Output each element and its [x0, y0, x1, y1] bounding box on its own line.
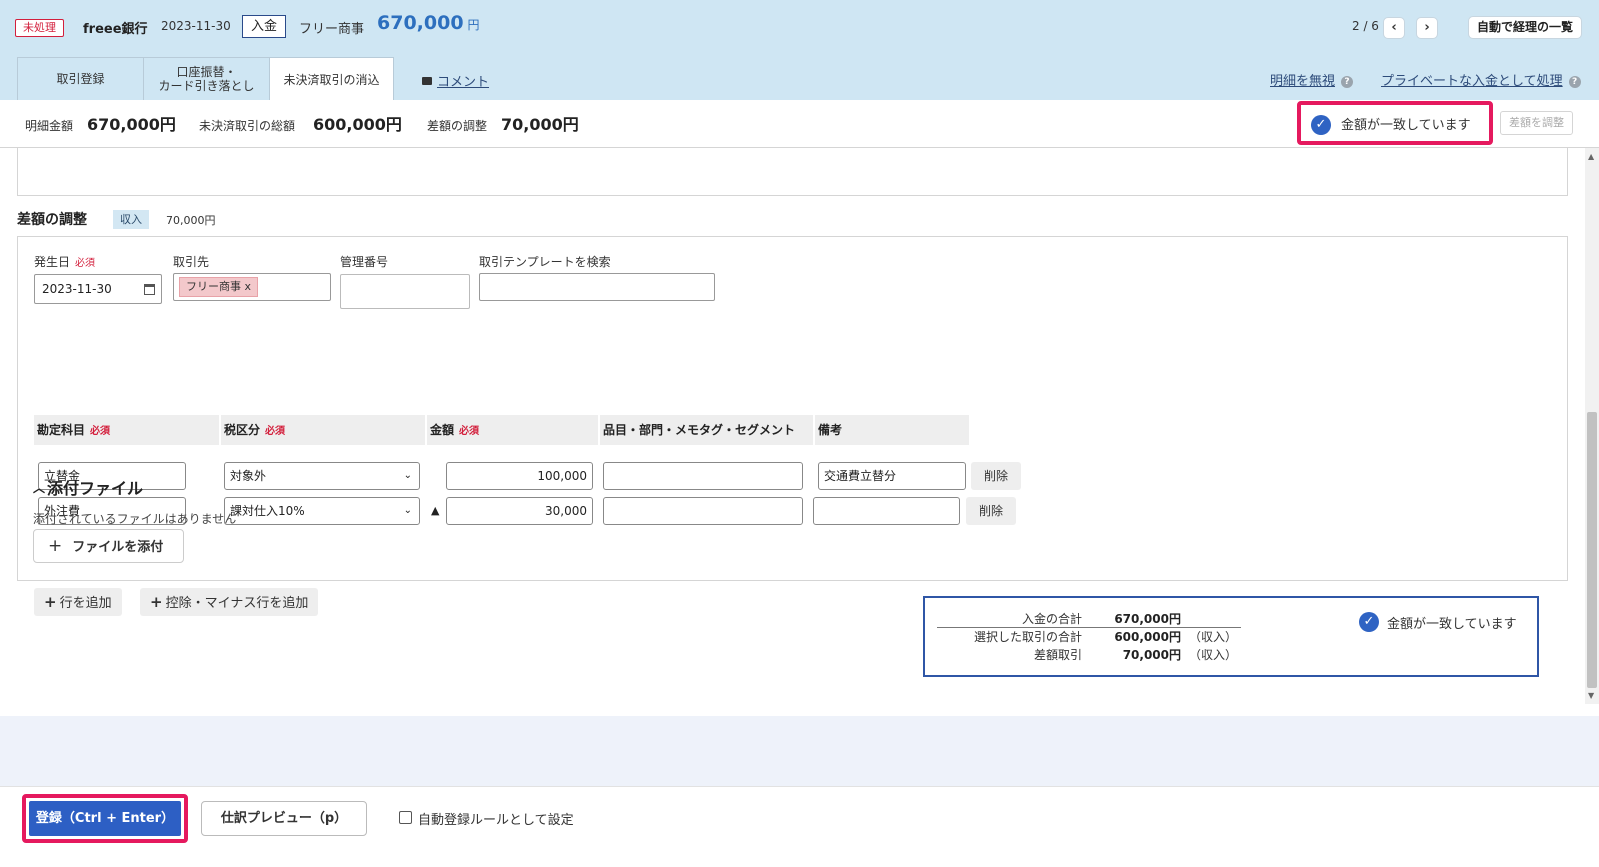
detail-amount-label: 明細金額	[25, 119, 74, 133]
column-note: 備考	[815, 415, 969, 445]
amount-input[interactable]: 100,000	[446, 462, 593, 490]
minus-triangle-icon[interactable]: ▲	[431, 504, 439, 517]
adjustment-form: 発生日 必須 2023-11-30 取引先 フリー商事 x 管理番号 取引テンプレ…	[17, 236, 1568, 616]
calendar-icon[interactable]	[144, 284, 155, 295]
item-tag-input[interactable]	[603, 497, 803, 525]
income-badge: 収入	[113, 210, 149, 229]
template-search-label: 取引テンプレートを検索	[479, 255, 611, 269]
total-note: （収入）	[1189, 630, 1238, 644]
tax-select[interactable]: 対象外 ⌄	[224, 462, 420, 490]
section-title: 差額の調整	[17, 212, 87, 228]
note-input[interactable]: 交通費立替分	[818, 462, 966, 490]
amount-match-indicator: ✓ 金額が一致しています	[1297, 101, 1493, 145]
no-files-text: 添付されているファイルはありません	[33, 512, 237, 526]
transaction-header: 未処理 freee銀行 2023-11-30 入金 フリー商事 670,000 円…	[0, 0, 1599, 101]
chevron-up-icon: ︿	[33, 481, 46, 495]
auto-rule-label[interactable]: 自動登録ルールとして設定	[418, 809, 574, 828]
management-number-label: 管理番号	[340, 255, 389, 269]
section-amount: 70,000円	[166, 214, 216, 227]
totals-summary-box: 入金の合計 670,000円 選択した取引の合計 600,000円 （収入） 差…	[923, 596, 1539, 677]
chevron-left-icon[interactable]: ‹	[1383, 17, 1405, 39]
column-item: 品目・部門・メモタグ・セグメント	[600, 415, 813, 445]
chevron-down-icon: ⌄	[403, 505, 412, 516]
difference-value: 70,000円	[501, 115, 579, 134]
amount-input[interactable]: 30,000	[446, 497, 593, 525]
unsettled-total-label: 未決済取引の総額	[199, 119, 296, 133]
column-amount: 金額 必須	[427, 415, 598, 445]
scrollbar-thumb[interactable]	[1587, 412, 1597, 688]
item-tag-input[interactable]	[603, 462, 803, 490]
difference-label: 差額の調整	[427, 119, 488, 133]
tab-transfer[interactable]: 口座振替・ カード引き落とし	[143, 57, 270, 100]
plus-icon: +	[48, 536, 63, 556]
private-income-link[interactable]: プライベートな入金として処理?	[1381, 70, 1581, 89]
tab-unsettled-clearing[interactable]: 未決済取引の消込	[269, 57, 394, 101]
auto-accounting-list-button[interactable]: 自動で経理の一覧	[1468, 16, 1583, 39]
partner-label: 取引先	[173, 255, 210, 269]
ignore-detail-link[interactable]: 明細を無視?	[1270, 70, 1354, 89]
tax-select[interactable]: 課対仕入10% ⌄	[224, 497, 420, 525]
chevron-down-icon: ⌄	[403, 470, 412, 481]
note-input[interactable]	[813, 497, 960, 525]
total-label: 入金の合計	[1021, 612, 1082, 626]
journal-preview-button[interactable]: 仕訳プレビュー（p）	[201, 801, 367, 836]
page-background	[0, 716, 1599, 786]
attachments-title[interactable]: ︿ 添付ファイル	[33, 475, 143, 499]
transaction-date: 2023-11-30	[161, 19, 231, 33]
auto-rule-checkbox[interactable]	[399, 811, 412, 824]
date-field[interactable]: 2023-11-30	[34, 274, 162, 304]
direction-badge: 入金	[242, 15, 287, 38]
register-button[interactable]: 登録（Ctrl + Enter）	[29, 801, 181, 836]
total-value: 70,000円	[1122, 648, 1181, 662]
check-circle-icon: ✓	[1311, 115, 1331, 135]
help-icon[interactable]: ?	[1341, 76, 1354, 88]
previous-section-panel	[17, 148, 1568, 196]
delete-row-button[interactable]: 削除	[966, 497, 1016, 525]
total-note: （収入）	[1189, 648, 1238, 662]
date-label: 発生日 必須	[34, 255, 96, 269]
unsettled-total-value: 600,000円	[313, 115, 402, 134]
bank-name: freee銀行	[83, 22, 148, 37]
chevron-right-icon[interactable]: ›	[1416, 17, 1438, 39]
partner-name: フリー商事	[299, 22, 365, 37]
scroll-down-icon[interactable]: ▼	[1588, 691, 1594, 700]
transaction-amount: 670,000 円	[377, 12, 480, 34]
comment-icon	[422, 77, 432, 85]
plus-icon: +	[150, 593, 163, 611]
check-circle-icon: ✓	[1359, 612, 1379, 632]
comment-link[interactable]: コメント	[422, 71, 489, 90]
plus-icon: +	[44, 593, 57, 611]
attach-file-button[interactable]: + ファイルを添付	[33, 529, 184, 563]
add-row-button[interactable]: + 行を追加	[34, 588, 122, 616]
totals-match-text: 金額が一致しています	[1387, 617, 1517, 632]
main-content: ▲ ▼ 差額の調整 収入 70,000円 発生日 必須 2023-11-30 取引…	[0, 148, 1599, 728]
adjust-difference-button[interactable]: 差額を調整	[1500, 111, 1573, 135]
total-label: 選択した取引の合計	[973, 630, 1082, 644]
column-tax: 税区分 必須	[221, 415, 425, 445]
management-number-field[interactable]	[340, 274, 470, 309]
add-minus-row-button[interactable]: + 控除・マイナス行を追加	[140, 588, 319, 616]
delete-row-button[interactable]: 削除	[971, 462, 1021, 490]
pager-indicator: 2 / 6	[1352, 19, 1379, 33]
total-value: 670,000円	[1114, 612, 1181, 626]
submit-highlight: 登録（Ctrl + Enter）	[22, 794, 188, 843]
help-icon[interactable]: ?	[1568, 76, 1581, 88]
total-value: 600,000円	[1114, 630, 1181, 644]
partner-field[interactable]: フリー商事 x	[173, 273, 331, 301]
partner-chip[interactable]: フリー商事 x	[179, 277, 259, 297]
scroll-up-icon[interactable]: ▲	[1588, 152, 1594, 161]
template-search-input[interactable]	[479, 273, 715, 301]
column-account: 勘定科目 必須	[34, 415, 219, 445]
tab-register[interactable]: 取引登録	[17, 57, 144, 100]
status-badge: 未処理	[15, 19, 64, 37]
detail-amount-value: 670,000円	[87, 115, 176, 134]
total-label: 差額取引	[1033, 648, 1082, 662]
